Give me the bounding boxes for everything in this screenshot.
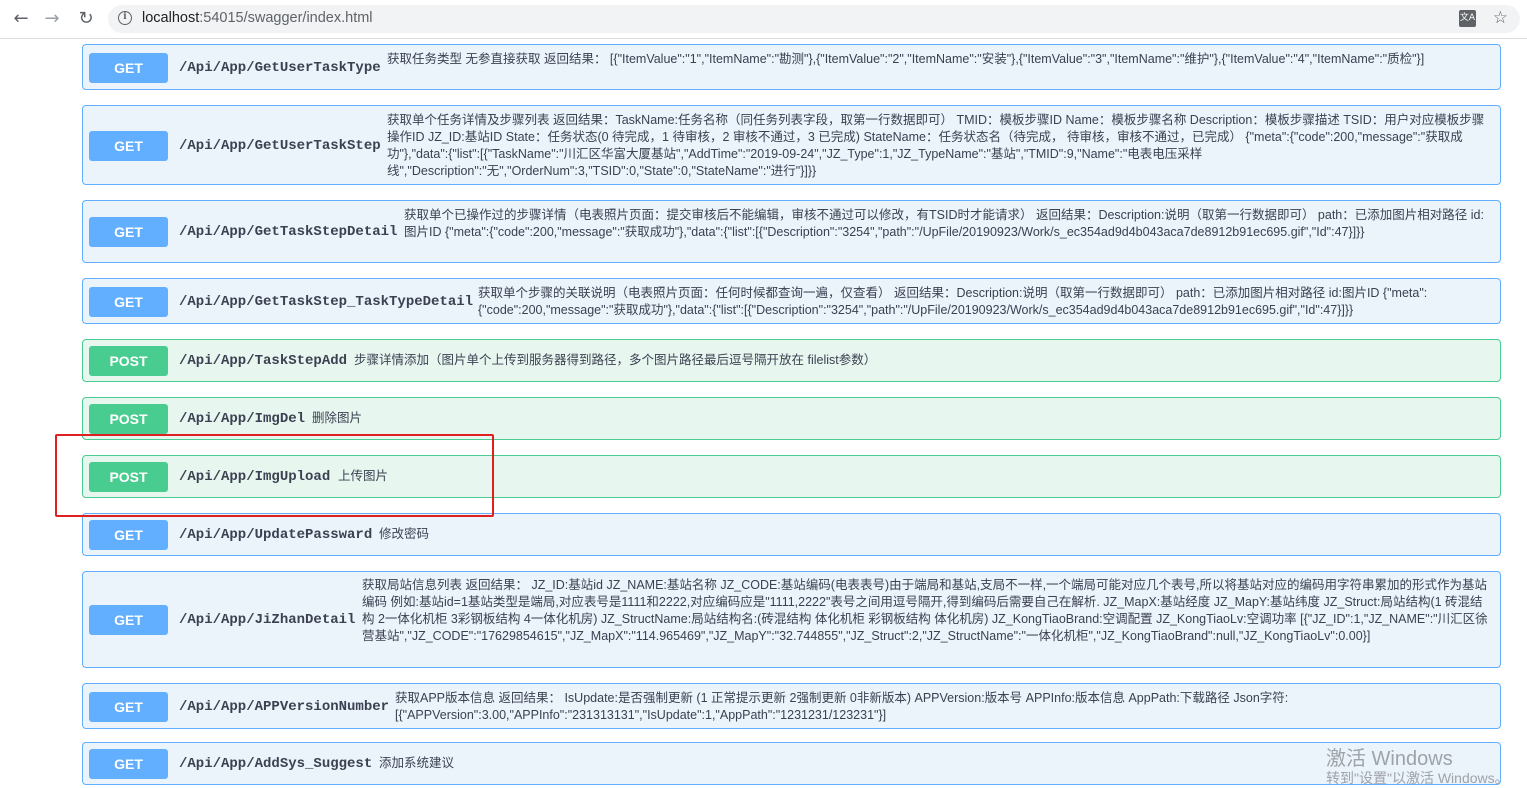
method-badge: GET <box>89 692 168 722</box>
url-path: :54015/swagger/index.html <box>199 10 373 26</box>
activation-watermark-subtitle: 转到"设置"以激活 Windows。 <box>1326 770 1509 786</box>
operation-path: /Api/App/AddSys_Suggest <box>179 756 373 772</box>
operation-block[interactable]: GET /Api/App/GetUserTaskStep 获取单个任务详情及步骤… <box>82 105 1501 185</box>
method-badge: GET <box>89 605 168 635</box>
operation-description: 获取单个任务详情及步骤列表 返回结果：TaskName:任务名称（同任务列表字段… <box>387 113 1485 178</box>
activation-watermark-title: 激活 Windows <box>1326 748 1453 770</box>
operation-path: /Api/App/TaskStepAdd <box>179 353 348 369</box>
operation-path: /Api/App/GetUserTaskStep <box>179 138 381 154</box>
forward-arrow-icon[interactable]: → <box>40 7 64 31</box>
method-badge: GET <box>89 131 168 161</box>
address-bar[interactable]: i localhost:54015/swagger/index.html 文A … <box>108 5 1520 33</box>
method-badge: GET <box>89 520 168 550</box>
operation-block[interactable]: GET /Api/App/UpdatePassward 修改密码 <box>82 513 1501 556</box>
browser-toolbar: ← → ↻ i localhost:54015/swagger/index.ht… <box>0 0 1527 39</box>
operation-path: /Api/App/ImgDel <box>179 411 306 427</box>
operation-description: 上传图片 <box>338 469 389 483</box>
operation-path: /Api/App/GetTaskStepDetail <box>179 224 398 240</box>
operation-description: 获取局站信息列表 返回结果： JZ_ID:基站id JZ_NAME:基站名称 J… <box>362 578 1488 643</box>
operation-description: 获取单个步骤的关联说明（电表照片页面：任何时候都查询一遍，仅查看） 返回结果：D… <box>478 286 1428 317</box>
operation-path: /Api/App/UpdatePassward <box>179 527 373 543</box>
url-host: localhost <box>142 10 200 26</box>
reload-icon[interactable]: ↻ <box>74 7 98 31</box>
operation-block[interactable]: GET /Api/App/GetUserTaskType 获取任务类型 无参直接… <box>82 44 1501 90</box>
translate-icon[interactable]: 文A <box>1459 10 1476 27</box>
method-badge: GET <box>89 749 168 779</box>
method-badge: POST <box>89 404 168 434</box>
operation-block[interactable]: GET /Api/App/GetTaskStepDetail 获取单个已操作过的… <box>82 200 1501 263</box>
method-badge: GET <box>89 53 168 83</box>
operation-block[interactable]: GET /Api/App/JiZhanDetail 获取局站信息列表 返回结果：… <box>82 571 1501 668</box>
operation-block[interactable]: GET /Api/App/GetTaskStep_TaskTypeDetail … <box>82 278 1501 324</box>
operation-path: /Api/App/APPVersionNumber <box>179 699 390 715</box>
operation-description: 获取单个已操作过的步骤详情（电表照片页面：提交审核后不能编辑，审核不通过可以修改… <box>404 208 1484 239</box>
back-arrow-icon[interactable]: ← <box>9 7 33 31</box>
method-badge: GET <box>89 217 168 247</box>
operation-path: /Api/App/GetTaskStep_TaskTypeDetail <box>179 294 474 310</box>
operation-description: 步骤详情添加（图片单个上传到服务器得到路径，多个图片路径最后逗号隔开放在 fil… <box>354 353 877 367</box>
operation-block[interactable]: GET /Api/App/AddSys_Suggest 添加系统建议 <box>82 742 1501 785</box>
url-text[interactable]: localhost:54015/swagger/index.html <box>142 10 373 26</box>
operation-block[interactable]: POST /Api/App/TaskStepAdd 步骤详情添加（图片单个上传到… <box>82 339 1501 382</box>
operation-description: 删除图片 <box>312 411 363 425</box>
operation-block[interactable]: GET /Api/App/APPVersionNumber 获取APP版本信息 … <box>82 683 1501 729</box>
operation-description: 获取APP版本信息 返回结果： IsUpdate:是否强制更新 (1 正常提示更… <box>395 691 1289 722</box>
method-badge: POST <box>89 346 168 376</box>
operation-description: 修改密码 <box>379 527 430 541</box>
operation-path: /Api/App/JiZhanDetail <box>179 612 356 628</box>
operation-description: 获取任务类型 无参直接获取 返回结果： [{"ItemValue":"1","I… <box>387 52 1425 66</box>
operation-path: /Api/App/GetUserTaskType <box>179 60 381 76</box>
info-icon[interactable]: i <box>118 11 132 25</box>
bookmark-star-icon[interactable]: ☆ <box>1493 8 1508 28</box>
highlight-box <box>55 434 494 517</box>
method-badge: GET <box>89 287 168 317</box>
